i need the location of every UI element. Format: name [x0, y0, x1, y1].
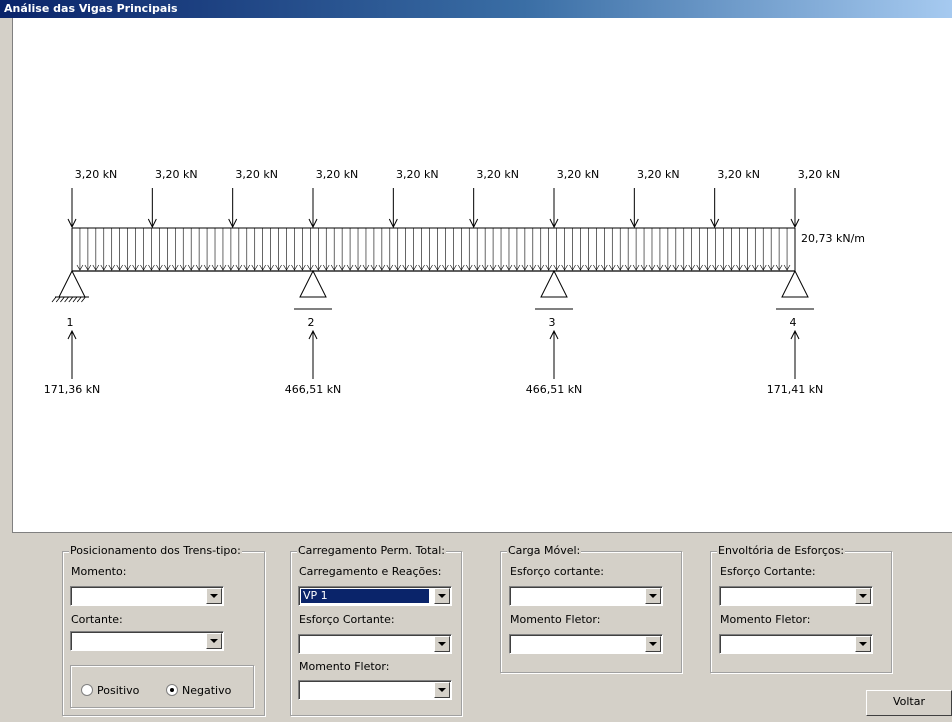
support-triangle: [58, 269, 86, 298]
point-load-label: 3,20 kN: [717, 168, 760, 181]
negativo-label[interactable]: Negativo: [182, 684, 231, 697]
movel-cortante-value: [512, 589, 516, 603]
chevron-down-icon[interactable]: [434, 588, 450, 604]
envoltoria-cortante-value: [722, 589, 726, 603]
envoltoria-momento-select[interactable]: [719, 634, 873, 654]
window-title: Análise das Vigas Principais: [4, 2, 178, 15]
beam-diagram: 20,73 kN/m 3,20 kN 3,20 kN 3,20 kN 3,20 kN 3,…: [44, 168, 865, 396]
support-triangle: [781, 269, 809, 298]
perm-cortante-value: [301, 637, 305, 651]
chevron-down-icon[interactable]: [645, 588, 661, 604]
support-triangle: [540, 269, 568, 298]
point-load-label: 3,20 kN: [396, 168, 439, 181]
support-triangle: [299, 269, 327, 298]
chevron-down-icon[interactable]: [206, 588, 222, 604]
trens-tipo-group-title: Posicionamento dos Trens-tipo:: [69, 544, 242, 557]
trens-cortante-value: [73, 634, 77, 648]
movel-momento-label: Momento Fletor:: [510, 613, 601, 626]
trens-cortante-select[interactable]: [70, 631, 224, 651]
perm-cortante-select[interactable]: [298, 634, 452, 654]
envoltoria-momento-label: Momento Fletor:: [720, 613, 811, 626]
envoltoria-momento-value: [722, 637, 726, 651]
fixed-support-hatch: [68, 296, 74, 303]
envoltoria-cortante-select[interactable]: [719, 586, 873, 606]
fixed-support-hatch: [81, 296, 86, 303]
positivo-label[interactable]: Positivo: [97, 684, 139, 697]
fixed-support-hatch: [60, 296, 65, 303]
carregamento-perm-group-title: Carregamento Perm. Total:: [297, 544, 446, 557]
reaction-label: 171,36 kN: [44, 383, 101, 396]
point-load-label: 3,20 kN: [316, 168, 359, 181]
carga-movel-group-title: Carga Móvel:: [507, 544, 582, 557]
carregamento-reacoes-value: VP 1: [301, 589, 429, 603]
fixed-support-hatch: [64, 296, 69, 303]
positivo-radio[interactable]: [81, 684, 93, 696]
reaction-label: 466,51 kN: [285, 383, 342, 396]
carregamento-reacoes-label: Carregamento e Reações:: [299, 565, 442, 578]
point-load-label: 3,20 kN: [235, 168, 278, 181]
point-load-label: 3,20 kN: [155, 168, 198, 181]
trens-momento-value: [73, 589, 77, 603]
support-number-label: 4: [790, 316, 797, 329]
perm-momento-select[interactable]: [298, 680, 452, 700]
chevron-down-icon[interactable]: [855, 636, 871, 652]
support-number-label: 3: [549, 316, 556, 329]
movel-momento-value: [512, 637, 516, 651]
chevron-down-icon[interactable]: [434, 636, 450, 652]
perm-momento-label: Momento Fletor:: [299, 660, 390, 673]
chevron-down-icon[interactable]: [206, 633, 222, 649]
point-load-label: 3,20 kN: [75, 168, 118, 181]
point-load-label: 3,20 kN: [798, 168, 841, 181]
chevron-down-icon[interactable]: [645, 636, 661, 652]
envoltoria-group-title: Envoltória de Esforços:: [717, 544, 846, 557]
support-number-label: 2: [308, 316, 315, 329]
trens-momento-select[interactable]: [70, 586, 224, 606]
perm-momento-value: [301, 683, 305, 697]
chevron-down-icon[interactable]: [434, 682, 450, 698]
reaction-label: 171,41 kN: [767, 383, 824, 396]
negativo-radio[interactable]: [166, 684, 178, 696]
trens-cortante-label: Cortante:: [71, 613, 123, 626]
support-number-label: 1: [67, 316, 74, 329]
title-bar: Análise das Vigas Principais: [0, 0, 952, 18]
point-load-label: 3,20 kN: [476, 168, 519, 181]
chevron-down-icon[interactable]: [855, 588, 871, 604]
envoltoria-cortante-label: Esforço Cortante:: [720, 565, 816, 578]
movel-momento-select[interactable]: [509, 634, 663, 654]
fixed-support-hatch: [55, 296, 61, 303]
beam-diagram-canvas: 20,73 kN/m 3,20 kN 3,20 kN 3,20 kN 3,20 kN 3,…: [12, 18, 952, 533]
point-load-label: 3,20 kN: [637, 168, 680, 181]
perm-cortante-label: Esforço Cortante:: [299, 613, 395, 626]
fixed-support-hatch: [72, 296, 78, 303]
movel-cortante-select[interactable]: [509, 586, 663, 606]
fixed-support-hatch: [51, 296, 57, 303]
carregamento-reacoes-select[interactable]: VP 1: [298, 586, 452, 606]
movel-cortante-label: Esforço cortante:: [510, 565, 604, 578]
trens-momento-label: Momento:: [71, 565, 127, 578]
fixed-support-hatch: [76, 296, 82, 303]
reaction-label: 466,51 kN: [526, 383, 583, 396]
distributed-load-label: 20,73 kN/m: [801, 232, 865, 245]
voltar-button[interactable]: Voltar: [866, 690, 952, 716]
point-load-label: 3,20 kN: [557, 168, 600, 181]
